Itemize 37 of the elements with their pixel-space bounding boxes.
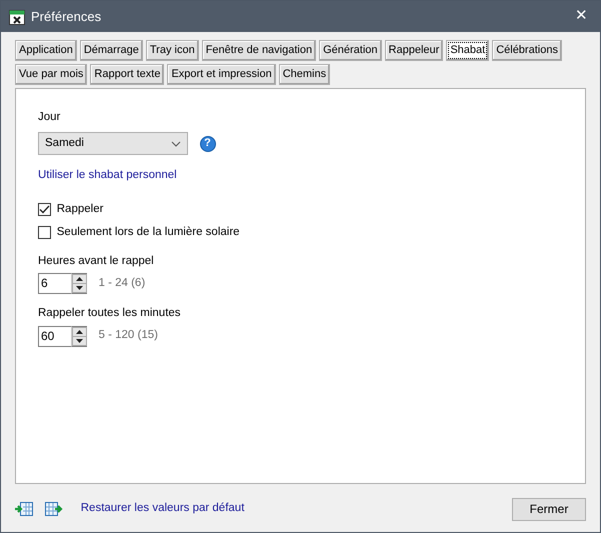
- range-hint: 1 - 24 (6): [98, 276, 146, 291]
- day-dropdown[interactable]: Samedi: [38, 132, 188, 155]
- tab[interactable]: Tray icon: [146, 40, 199, 61]
- tab[interactable]: Rappeleur: [384, 40, 444, 61]
- spin-arrows-icon[interactable]: [72, 326, 87, 346]
- tab[interactable]: Génération: [319, 40, 382, 61]
- field-label: Rappeler toutes les minutes: [38, 306, 181, 322]
- calendar-icon: [9, 8, 25, 24]
- spin-arrows-icon[interactable]: [72, 274, 87, 293]
- export-icon[interactable]: [45, 501, 63, 517]
- window-title: Préférences: [31, 8, 102, 26]
- tab[interactable]: Shabat: [446, 40, 490, 61]
- tab[interactable]: Chemins: [278, 64, 330, 85]
- checkmark-icon: [39, 205, 50, 214]
- range-hint: 5 - 120 (15): [98, 328, 158, 344]
- tab[interactable]: Application: [15, 40, 77, 61]
- checkbox[interactable]: [38, 203, 51, 216]
- tab[interactable]: Célébrations: [492, 40, 562, 61]
- checkbox-label: Rappeler: [56, 202, 104, 217]
- tab[interactable]: Rapport texte: [90, 64, 164, 85]
- tab[interactable]: Fenêtre de navigation: [202, 40, 316, 61]
- field-label: Jour: [38, 110, 60, 125]
- help-icon[interactable]: ?: [200, 136, 216, 152]
- checkbox-label: Seulement lors de la lumière solaire: [56, 225, 240, 240]
- chevron-down-icon: [171, 140, 181, 146]
- field-label: Heures avant le rappel: [38, 254, 154, 269]
- close-button[interactable]: ✕: [571, 5, 592, 28]
- tab[interactable]: Export et impression: [167, 64, 276, 85]
- close-button[interactable]: Fermer: [512, 498, 586, 520]
- number-field[interactable]: 60: [38, 326, 71, 346]
- number-field[interactable]: 6: [38, 272, 71, 294]
- custom-shabat-link[interactable]: Utiliser le shabat personnel: [38, 166, 177, 184]
- tab[interactable]: Vue par mois: [15, 64, 88, 85]
- reset-defaults-link[interactable]: Restaurer les valeurs par défaut: [80, 500, 244, 518]
- checkbox[interactable]: [38, 226, 51, 240]
- tab[interactable]: Démarrage: [80, 40, 143, 61]
- import-icon[interactable]: [15, 501, 33, 517]
